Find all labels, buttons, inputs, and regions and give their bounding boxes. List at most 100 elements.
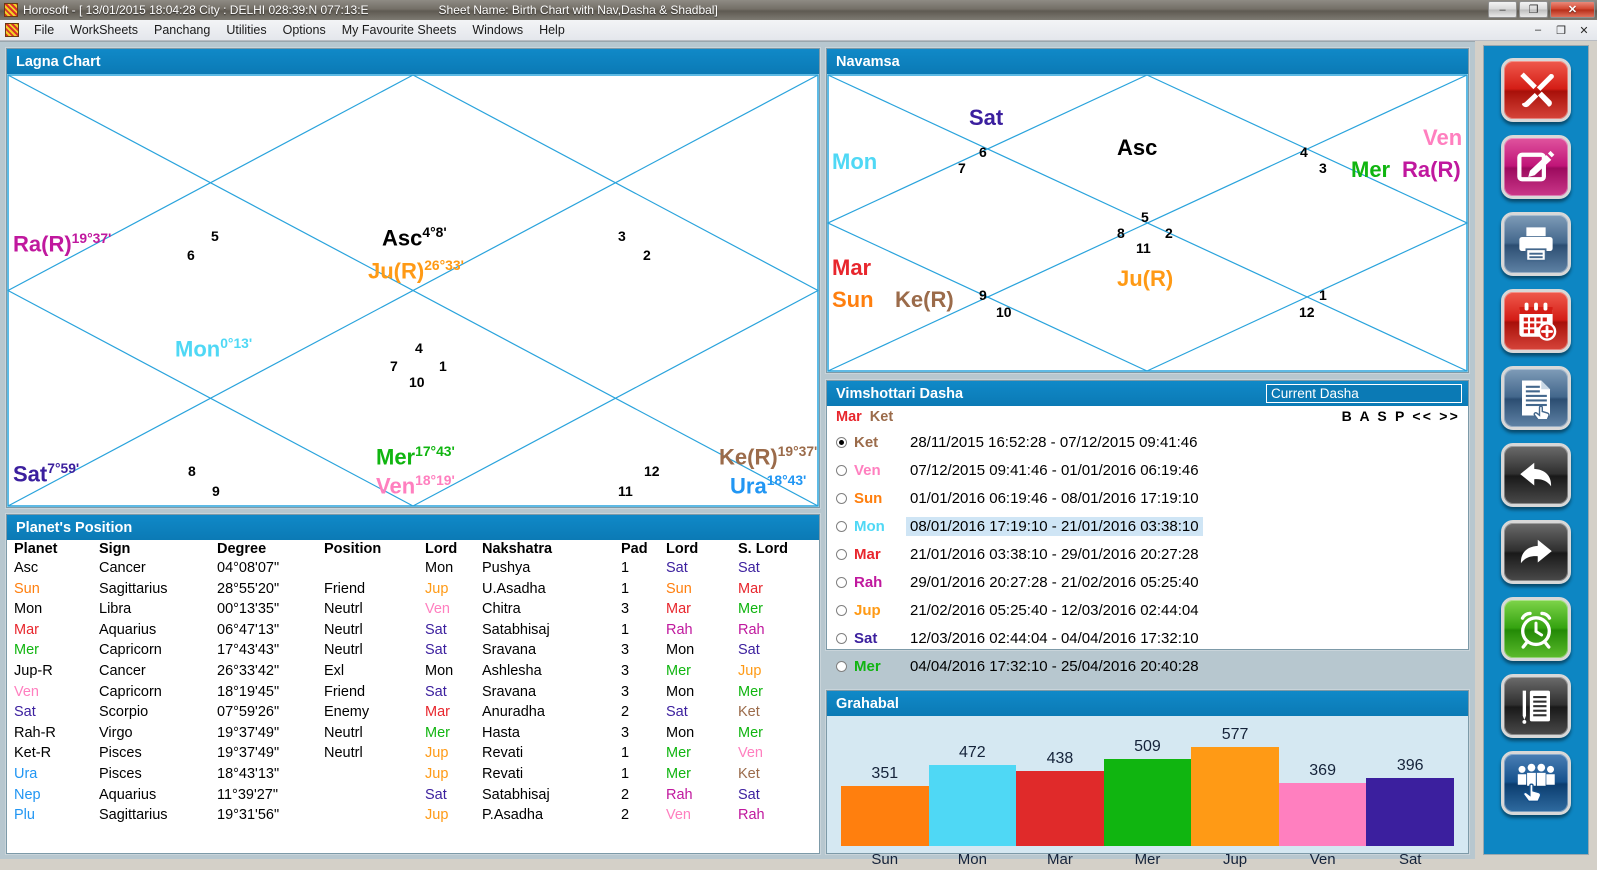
mdi-minimize-button[interactable]: – (1528, 23, 1548, 38)
dasha-breadcrumb-maha[interactable]: Mar (836, 409, 862, 425)
table-row[interactable]: Sat Scorpio 07°59'26" Enemy Mar Anuradha 2 Sat K… (7, 702, 819, 723)
people-select-button[interactable] (1501, 751, 1571, 815)
dasha-radio-button[interactable] (836, 660, 847, 672)
nakshatra-cell: P.Asadha (482, 807, 544, 824)
table-row[interactable]: Mer Capricorn 17°43'43" Neutrl Sat Sravana 3 Mo… (7, 640, 819, 661)
menu-item-my-favourite-sheets[interactable]: My Favourite Sheets (334, 21, 465, 39)
right-toolbar-strip (1483, 45, 1589, 855)
table-row[interactable]: Rah-R Virgo 19°37'49" Neutrl Mer Hasta 3 Mon Mer (7, 723, 819, 744)
planet-cell: Sun (14, 580, 40, 597)
menu-item-options[interactable]: Options (275, 21, 334, 39)
close-button[interactable]: ✕ (1550, 1, 1595, 18)
sub-lord-cell: Mer (738, 601, 763, 618)
calendar-add-icon (1519, 302, 1557, 341)
menu-item-utilities[interactable]: Utilities (218, 21, 274, 39)
grahabal-bar[interactable] (1016, 771, 1104, 846)
dasha-nav-controls[interactable]: B A S P << >> (1342, 408, 1460, 424)
grahabal-bar[interactable] (841, 786, 929, 846)
table-row[interactable]: Asc Cancer 04°08'07" Mon Pushya 1 Sat Sat (7, 558, 819, 579)
minimize-button[interactable]: – (1488, 1, 1517, 18)
dasha-row[interactable]: Mer 04/04/2016 17:32:10 - 25/04/2016 20:4… (827, 652, 1468, 680)
notebook-button[interactable] (1501, 674, 1571, 738)
table-row[interactable]: Sun Sagittarius 28°55'20" Friend Jup U.Asadha… (7, 579, 819, 600)
lagna-house-number-8: 8 (188, 463, 196, 479)
dasha-row[interactable]: Jup 21/02/2016 05:25:40 - 12/03/2016 02:4… (827, 596, 1468, 624)
dasha-radio-button[interactable] (836, 548, 847, 560)
menu-item-windows[interactable]: Windows (464, 21, 531, 39)
grahabal-bar[interactable] (928, 765, 1017, 846)
dasha-radio-button[interactable] (836, 464, 847, 476)
menu-item-worksheets[interactable]: WorkSheets (62, 21, 146, 39)
dasha-breadcrumb-antar[interactable]: Ket (870, 409, 893, 425)
menu-item-file[interactable]: File (26, 21, 62, 39)
dasha-radio-button[interactable] (836, 632, 847, 644)
pad-cell: 3 (621, 724, 630, 741)
document-click-button[interactable] (1501, 366, 1571, 430)
nakshatra-cell: Satabhisaj (482, 786, 550, 803)
dasha-row[interactable]: Mon 08/01/2016 17:19:10 - 21/01/2016 03:3… (827, 512, 1468, 540)
mdi-app-icon[interactable] (5, 23, 19, 37)
dasha-radio-button[interactable] (836, 576, 847, 588)
lagna-chart-diagram[interactable]: 1 2 3 4 5 6 7 8 9 10 11 12 Ra(R)19°37' A… (7, 74, 819, 507)
alarm-clock-button[interactable] (1501, 597, 1571, 661)
table-row[interactable]: Mon Libra 00°13'35" Neutrl Ven Chitra 3 Mar Mer (7, 599, 819, 620)
planet-cell: Mer (14, 642, 39, 659)
forward-button[interactable] (1501, 520, 1571, 584)
menu-item-panchang[interactable]: Panchang (146, 21, 218, 39)
table-row[interactable]: Plu Sagittarius 19°31'56" Jup P.Asadha 2 Ven Ra… (7, 805, 819, 826)
pad-cell: 3 (621, 662, 630, 679)
back-button[interactable] (1501, 443, 1571, 507)
tools-button[interactable] (1501, 58, 1571, 122)
print-button[interactable] (1501, 212, 1571, 276)
table-row[interactable]: Mar Aquarius 06°47'13" Neutrl Sat Satabhisaj 1… (7, 620, 819, 641)
dasha-radio-button[interactable] (836, 604, 847, 616)
dasha-row[interactable]: Sat 12/03/2016 02:44:04 - 04/04/2016 17:3… (827, 624, 1468, 652)
sub-lord-cell: Ven (738, 745, 763, 762)
dasha-radio-button[interactable] (836, 436, 847, 448)
dasha-planet-label: Ket (854, 433, 879, 451)
sign-cell: Sagittarius (99, 807, 168, 824)
table-row[interactable]: Ven Capricorn 18°19'45" Friend Sat Sravana 3 Mo… (7, 682, 819, 703)
dasha-row[interactable]: Mar 21/01/2016 03:38:10 - 29/01/2016 20:2… (827, 540, 1468, 568)
dasha-radio-button[interactable] (836, 492, 847, 504)
sub-lord-cell: Sat (738, 786, 760, 803)
grahabal-bar[interactable] (1103, 759, 1192, 846)
grahabal-bar-value: 351 (871, 765, 899, 782)
dasha-row[interactable]: Sun 01/01/2016 06:19:46 - 08/01/2016 17:1… (827, 484, 1468, 512)
grahabal-category-label: Sat (1398, 851, 1422, 868)
dasha-row[interactable]: Ket 28/11/2015 16:52:28 - 07/12/2015 09:4… (827, 428, 1468, 456)
table-row[interactable]: Ket-R Pisces 19°37'49" Neutrl Jup Revati 1 Mer V… (7, 743, 819, 764)
lagna-house-number-9: 9 (212, 483, 220, 499)
menu-item-help[interactable]: Help (531, 21, 573, 39)
mdi-restore-button[interactable]: ❐ (1551, 23, 1571, 38)
grahabal-bar-chart[interactable]: 351 Sun 472 Mon 438 Mar 509 Mer 577 Jup 369 Ven 396 S… (841, 722, 1454, 870)
planets-position-header: Planet's Position (7, 515, 819, 540)
table-row[interactable]: Nep Aquarius 11°39'27" Sat Satabhisaj 2 Rah Sat (7, 785, 819, 806)
dasha-row[interactable]: Ven 07/12/2015 09:41:46 - 01/01/2016 06:1… (827, 456, 1468, 484)
navamsa-chart-diagram[interactable]: 6 7 4 3 5 8 2 11 9 10 1 12 Sat Mon Asc V… (827, 74, 1468, 372)
dasha-radio-button[interactable] (836, 520, 847, 532)
grahabal-bar[interactable] (1191, 747, 1279, 846)
position-cell: Neutrl (324, 601, 363, 618)
pad-cell: 2 (621, 786, 630, 803)
grahabal-category-label: Mer (1134, 851, 1161, 868)
lord2-cell: Sat (666, 560, 688, 576)
table-row[interactable]: Jup-R Cancer 26°33'42" Exl Mon Ashlesha 3 Mer Ju… (7, 661, 819, 682)
mdi-close-button[interactable]: ✕ (1574, 23, 1594, 38)
navamsa-house-number-10: 10 (996, 304, 1012, 320)
print-icon (1519, 227, 1553, 262)
edit-button[interactable] (1501, 135, 1571, 199)
maximize-button[interactable]: ❐ (1519, 1, 1548, 18)
planet-cell: Nep (14, 786, 41, 803)
grahabal-bar[interactable] (1366, 778, 1454, 846)
sub-lord-cell: Mer (738, 683, 763, 700)
pad-cell: 1 (621, 765, 630, 782)
table-row[interactable]: Ura Pisces 18°43'13" Jup Revati 1 Mer Ket (7, 764, 819, 785)
dasha-period-text: 12/03/2016 02:44:04 - 04/04/2016 17:32:1… (910, 629, 1199, 647)
dasha-row[interactable]: Rah 29/01/2016 20:27:28 - 21/02/2016 05:2… (827, 568, 1468, 596)
current-dasha-field[interactable]: Current Dasha (1266, 384, 1462, 403)
grahabal-bar[interactable] (1278, 783, 1367, 846)
nakshatra-cell: Ashlesha (482, 662, 542, 679)
planets-position-table-wrap[interactable]: Planet Sign Degree Position Lord Nakshat… (7, 540, 819, 853)
calendar-add-button[interactable] (1501, 289, 1571, 353)
